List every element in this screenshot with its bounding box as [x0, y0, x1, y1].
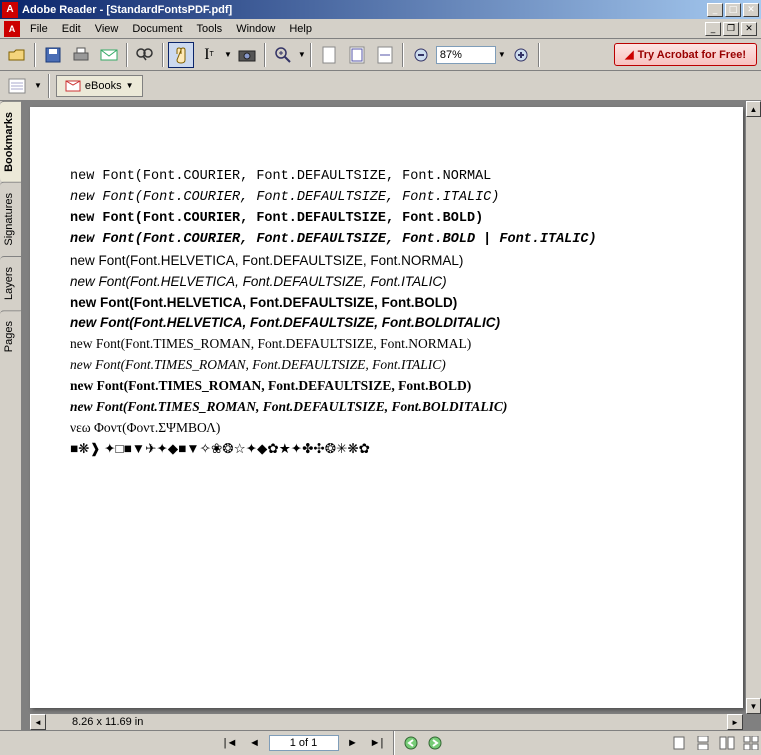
doc-line: new Font(Font.COURIER, Font.DEFAULTSIZE,…	[70, 188, 703, 209]
try-acrobat-button[interactable]: ◢Try Acrobat for Free!	[614, 43, 757, 66]
fit-width-button[interactable]	[372, 42, 398, 68]
scroll-right-button[interactable]: ►	[727, 714, 743, 730]
vertical-scrollbar[interactable]: ▲ ▼	[745, 101, 761, 714]
how-to-button[interactable]	[4, 73, 30, 99]
menu-bar: A File Edit View Document Tools Window H…	[0, 19, 761, 39]
document-pane: new Font(Font.COURIER, Font.DEFAULTSIZE,…	[22, 101, 761, 730]
dropdown-icon[interactable]: ▼	[224, 50, 232, 59]
zoom-out-button[interactable]	[408, 42, 434, 68]
ebooks-icon	[65, 79, 81, 93]
doc-line: ■❋❱ ✦□■▼✈✦◆■▼✧❀❂☆✦◆✿★✦✤✣❂✳❋✿	[70, 439, 703, 460]
tab-pages[interactable]: Pages	[0, 310, 21, 362]
email-button[interactable]	[96, 42, 122, 68]
main-toolbar: IT ▼ ▼ ▼ ◢Try Acrobat for Free!	[0, 39, 761, 71]
doc-line: new Font(Font.TIMES_ROMAN, Font.DEFAULTS…	[70, 334, 703, 355]
prev-page-button[interactable]: ◄	[245, 733, 265, 753]
zoom-dropdown-icon[interactable]: ▼	[298, 50, 306, 59]
scroll-left-button[interactable]: ◄	[30, 714, 46, 730]
doc-line: new Font(Font.HELVETICA, Font.DEFAULTSIZ…	[70, 293, 703, 314]
next-page-button[interactable]: ►	[343, 733, 363, 753]
doc-line: new Font(Font.COURIER, Font.DEFAULTSIZE,…	[70, 209, 703, 230]
actual-size-button[interactable]	[316, 42, 342, 68]
ebooks-label: eBooks	[85, 80, 122, 92]
search-button[interactable]	[132, 42, 158, 68]
scroll-up-button[interactable]: ▲	[746, 101, 761, 117]
next-view-button[interactable]	[425, 733, 445, 753]
single-page-button[interactable]	[669, 733, 689, 753]
facing-button[interactable]	[717, 733, 737, 753]
zoom-combo-dropdown-icon[interactable]: ▼	[498, 50, 506, 59]
first-page-button[interactable]: |◄	[221, 733, 241, 753]
document-page[interactable]: new Font(Font.COURIER, Font.DEFAULTSIZE,…	[30, 107, 743, 708]
doc-restore-button[interactable]: ❐	[723, 22, 739, 36]
close-button[interactable]: ✕	[743, 3, 759, 17]
continuous-button[interactable]	[693, 733, 713, 753]
page-number-input[interactable]	[269, 735, 339, 751]
hand-tool-button[interactable]	[168, 42, 194, 68]
maximize-button[interactable]: □	[725, 3, 741, 17]
doc-line: νεω Φοντ(Φοντ.ΣΨΜΒΟΛ)	[70, 418, 703, 439]
menu-document[interactable]: Document	[126, 21, 188, 37]
doc-line: new Font(Font.TIMES_ROMAN, Font.DEFAULTS…	[70, 355, 703, 376]
menu-edit[interactable]: Edit	[56, 21, 87, 37]
adobe-icon: ◢	[625, 48, 633, 61]
doc-line: new Font(Font.HELVETICA, Font.DEFAULTSIZ…	[70, 272, 703, 293]
howto-dropdown-icon[interactable]: ▼	[34, 81, 42, 90]
page-size-label: 8.26 x 11.69 in	[66, 716, 149, 728]
work-area: Bookmarks Signatures Layers Pages new Fo…	[0, 101, 761, 730]
minimize-button[interactable]: _	[707, 3, 723, 17]
tab-bookmarks[interactable]: Bookmarks	[0, 101, 21, 182]
doc-line: new Font(Font.TIMES_ROMAN, Font.DEFAULTS…	[70, 397, 703, 418]
app-small-icon: A	[4, 21, 20, 37]
continuous-facing-button[interactable]	[741, 733, 761, 753]
horizontal-scrollbar[interactable]: ◄ 8.26 x 11.69 in ►	[30, 714, 743, 730]
doc-line: new Font(Font.HELVETICA, Font.DEFAULTSIZ…	[70, 313, 703, 334]
menu-window[interactable]: Window	[230, 21, 281, 37]
ebooks-button[interactable]: eBooks ▼	[56, 75, 143, 97]
menu-view[interactable]: View	[89, 21, 125, 37]
window-title: Adobe Reader - [StandardFontsPDF.pdf]	[22, 4, 707, 16]
title-bar: A Adobe Reader - [StandardFontsPDF.pdf] …	[0, 0, 761, 19]
doc-close-button[interactable]: ✕	[741, 22, 757, 36]
doc-line: new Font(Font.COURIER, Font.DEFAULTSIZE,…	[70, 167, 703, 188]
open-button[interactable]	[4, 42, 30, 68]
secondary-toolbar: ▼ eBooks ▼	[0, 71, 761, 101]
last-page-button[interactable]: ►|	[367, 733, 387, 753]
doc-line: new Font(Font.HELVETICA, Font.DEFAULTSIZ…	[70, 251, 703, 272]
zoom-plus-button[interactable]	[508, 42, 534, 68]
print-button[interactable]	[68, 42, 94, 68]
prev-view-button[interactable]	[401, 733, 421, 753]
zoom-in-button[interactable]	[270, 42, 296, 68]
menu-tools[interactable]: Tools	[191, 21, 229, 37]
fit-page-button[interactable]	[344, 42, 370, 68]
navigation-bar: |◄ ◄ ► ►|	[0, 730, 761, 754]
menu-file[interactable]: File	[24, 21, 54, 37]
scroll-down-button[interactable]: ▼	[746, 698, 761, 714]
snapshot-button[interactable]	[234, 42, 260, 68]
save-button[interactable]	[40, 42, 66, 68]
tab-layers[interactable]: Layers	[0, 256, 21, 310]
doc-line: new Font(Font.COURIER, Font.DEFAULTSIZE,…	[70, 230, 703, 251]
app-icon: A	[2, 2, 18, 18]
doc-line: new Font(Font.TIMES_ROMAN, Font.DEFAULTS…	[70, 376, 703, 397]
doc-minimize-button[interactable]: _	[705, 22, 721, 36]
tab-signatures[interactable]: Signatures	[0, 182, 21, 256]
menu-help[interactable]: Help	[283, 21, 318, 37]
ebooks-dropdown-icon: ▼	[126, 81, 134, 90]
navigation-tabs: Bookmarks Signatures Layers Pages	[0, 101, 22, 730]
text-select-button[interactable]: IT	[196, 42, 222, 68]
zoom-input[interactable]	[436, 46, 496, 64]
